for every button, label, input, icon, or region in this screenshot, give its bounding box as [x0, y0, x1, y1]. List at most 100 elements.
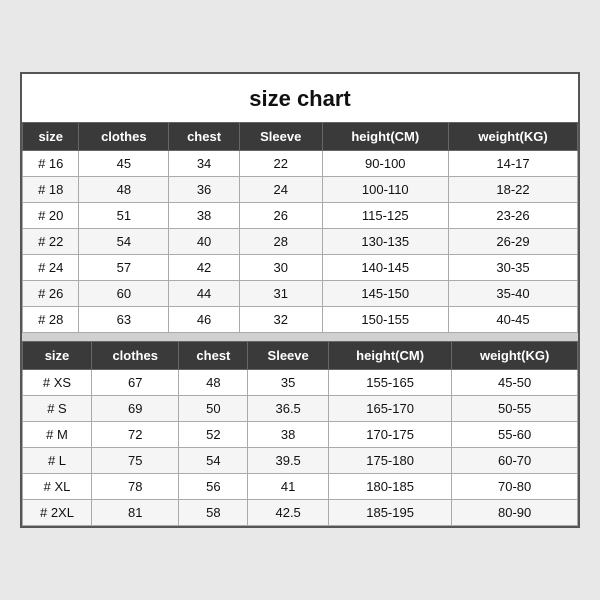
table-cell: 155-165: [328, 370, 451, 396]
table-cell: 57: [79, 255, 169, 281]
table-cell: 175-180: [328, 448, 451, 474]
table-cell: 180-185: [328, 474, 451, 500]
table-cell: # 22: [23, 229, 79, 255]
column-header: Sleeve: [248, 342, 329, 370]
table-cell: # XS: [23, 370, 92, 396]
table-row: # XS674835155-16545-50: [23, 370, 578, 396]
table-cell: 48: [179, 370, 248, 396]
table-cell: # 20: [23, 203, 79, 229]
table-cell: 52: [179, 422, 248, 448]
table-row: # 22544028130-13526-29: [23, 229, 578, 255]
table-cell: 40: [169, 229, 240, 255]
table-row: # 18483624100-11018-22: [23, 177, 578, 203]
table-cell: 115-125: [322, 203, 449, 229]
column-header: height(CM): [322, 123, 449, 151]
table-cell: 14-17: [449, 151, 578, 177]
table-cell: 30: [239, 255, 322, 281]
table-row: # XL785641180-18570-80: [23, 474, 578, 500]
table-row: # S695036.5165-17050-55: [23, 396, 578, 422]
table-row: # 1645342290-10014-17: [23, 151, 578, 177]
table-cell: 51: [79, 203, 169, 229]
table-cell: 18-22: [449, 177, 578, 203]
table-cell: # L: [23, 448, 92, 474]
column-header: clothes: [79, 123, 169, 151]
table-cell: 22: [239, 151, 322, 177]
table-cell: 31: [239, 281, 322, 307]
table-cell: # 18: [23, 177, 79, 203]
table-cell: 45-50: [452, 370, 578, 396]
column-header: weight(KG): [449, 123, 578, 151]
table-cell: 69: [91, 396, 178, 422]
table-cell: 38: [169, 203, 240, 229]
table-row: # 20513826115-12523-26: [23, 203, 578, 229]
column-header: chest: [169, 123, 240, 151]
table-cell: 80-90: [452, 500, 578, 526]
table-cell: 39.5: [248, 448, 329, 474]
table-cell: 36.5: [248, 396, 329, 422]
table-cell: 42.5: [248, 500, 329, 526]
table-cell: 36: [169, 177, 240, 203]
table-cell: 140-145: [322, 255, 449, 281]
table-cell: 150-155: [322, 307, 449, 333]
table-cell: 145-150: [322, 281, 449, 307]
section-divider: [22, 333, 578, 341]
table-cell: 28: [239, 229, 322, 255]
table-cell: 63: [79, 307, 169, 333]
column-header: size: [23, 342, 92, 370]
table-cell: # 26: [23, 281, 79, 307]
table-cell: 55-60: [452, 422, 578, 448]
size-table-2: sizeclotheschestSleeveheight(CM)weight(K…: [22, 341, 578, 526]
table-cell: 72: [91, 422, 178, 448]
table-cell: 42: [169, 255, 240, 281]
table-cell: 50-55: [452, 396, 578, 422]
table-cell: 130-135: [322, 229, 449, 255]
table-cell: 78: [91, 474, 178, 500]
table-cell: # 28: [23, 307, 79, 333]
table-cell: 46: [169, 307, 240, 333]
table-row: # 28634632150-15540-45: [23, 307, 578, 333]
table-cell: 44: [169, 281, 240, 307]
table-cell: 165-170: [328, 396, 451, 422]
table-row: # 24574230140-14530-35: [23, 255, 578, 281]
table-cell: 50: [179, 396, 248, 422]
table-cell: # XL: [23, 474, 92, 500]
table-cell: 185-195: [328, 500, 451, 526]
table-cell: 60: [79, 281, 169, 307]
table-cell: 70-80: [452, 474, 578, 500]
table-cell: 100-110: [322, 177, 449, 203]
table-cell: 30-35: [449, 255, 578, 281]
table-cell: 24: [239, 177, 322, 203]
chart-container: size chart sizeclotheschestSleeveheight(…: [20, 72, 580, 528]
table-cell: 75: [91, 448, 178, 474]
table-cell: 56: [179, 474, 248, 500]
table-cell: 67: [91, 370, 178, 396]
column-header: size: [23, 123, 79, 151]
table-cell: # 24: [23, 255, 79, 281]
column-header: height(CM): [328, 342, 451, 370]
column-header: chest: [179, 342, 248, 370]
table-row: # L755439.5175-18060-70: [23, 448, 578, 474]
table-cell: # M: [23, 422, 92, 448]
table-cell: 90-100: [322, 151, 449, 177]
table-cell: 23-26: [449, 203, 578, 229]
table-cell: 34: [169, 151, 240, 177]
chart-title: size chart: [22, 74, 578, 122]
table-cell: 58: [179, 500, 248, 526]
table-cell: 26: [239, 203, 322, 229]
table-cell: 35: [248, 370, 329, 396]
table-cell: 40-45: [449, 307, 578, 333]
table-cell: 170-175: [328, 422, 451, 448]
column-header: weight(KG): [452, 342, 578, 370]
table-row: # 2XL815842.5185-19580-90: [23, 500, 578, 526]
table-cell: 26-29: [449, 229, 578, 255]
table-cell: 60-70: [452, 448, 578, 474]
table-cell: # 2XL: [23, 500, 92, 526]
table-cell: 41: [248, 474, 329, 500]
column-header: clothes: [91, 342, 178, 370]
table-row: # 26604431145-15035-40: [23, 281, 578, 307]
size-table-1: sizeclotheschestSleeveheight(CM)weight(K…: [22, 122, 578, 333]
table-cell: 32: [239, 307, 322, 333]
table-cell: 48: [79, 177, 169, 203]
table-cell: 54: [179, 448, 248, 474]
column-header: Sleeve: [239, 123, 322, 151]
